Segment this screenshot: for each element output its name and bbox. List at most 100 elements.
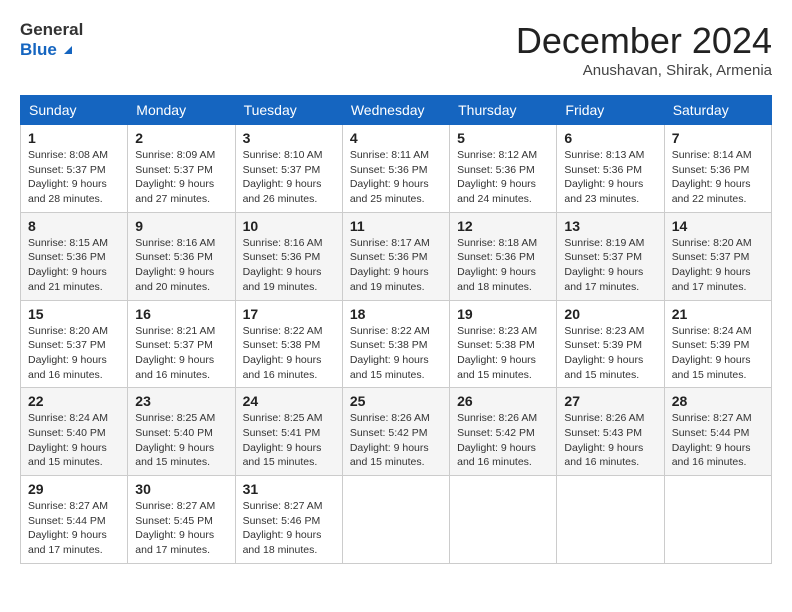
calendar-cell: 8 Sunrise: 8:15 AM Sunset: 5:36 PM Dayli…: [21, 212, 128, 300]
header-monday: Monday: [128, 96, 235, 125]
calendar-cell: [450, 476, 557, 564]
day-number: 15: [28, 306, 120, 322]
day-number: 11: [350, 218, 442, 234]
day-number: 30: [135, 481, 227, 497]
calendar-table: SundayMondayTuesdayWednesdayThursdayFrid…: [20, 95, 772, 564]
calendar-cell: [664, 476, 771, 564]
calendar-cell: 29 Sunrise: 8:27 AM Sunset: 5:44 PM Dayl…: [21, 476, 128, 564]
calendar-cell: 28 Sunrise: 8:27 AM Sunset: 5:44 PM Dayl…: [664, 388, 771, 476]
day-number: 8: [28, 218, 120, 234]
day-info: Sunrise: 8:16 AM Sunset: 5:36 PM Dayligh…: [135, 236, 227, 295]
day-number: 27: [564, 393, 656, 409]
calendar-cell: 18 Sunrise: 8:22 AM Sunset: 5:38 PM Dayl…: [342, 300, 449, 388]
day-info: Sunrise: 8:27 AM Sunset: 5:44 PM Dayligh…: [672, 411, 764, 470]
day-number: 20: [564, 306, 656, 322]
day-info: Sunrise: 8:11 AM Sunset: 5:36 PM Dayligh…: [350, 148, 442, 207]
day-info: Sunrise: 8:27 AM Sunset: 5:44 PM Dayligh…: [28, 499, 120, 558]
calendar-cell: 7 Sunrise: 8:14 AM Sunset: 5:36 PM Dayli…: [664, 125, 771, 213]
day-info: Sunrise: 8:15 AM Sunset: 5:36 PM Dayligh…: [28, 236, 120, 295]
day-info: Sunrise: 8:27 AM Sunset: 5:45 PM Dayligh…: [135, 499, 227, 558]
calendar-cell: 26 Sunrise: 8:26 AM Sunset: 5:42 PM Dayl…: [450, 388, 557, 476]
calendar-cell: 1 Sunrise: 8:08 AM Sunset: 5:37 PM Dayli…: [21, 125, 128, 213]
calendar-cell: 21 Sunrise: 8:24 AM Sunset: 5:39 PM Dayl…: [664, 300, 771, 388]
calendar-cell: 3 Sunrise: 8:10 AM Sunset: 5:37 PM Dayli…: [235, 125, 342, 213]
day-info: Sunrise: 8:23 AM Sunset: 5:39 PM Dayligh…: [564, 324, 656, 383]
day-info: Sunrise: 8:09 AM Sunset: 5:37 PM Dayligh…: [135, 148, 227, 207]
calendar-cell: 20 Sunrise: 8:23 AM Sunset: 5:39 PM Dayl…: [557, 300, 664, 388]
day-info: Sunrise: 8:27 AM Sunset: 5:46 PM Dayligh…: [243, 499, 335, 558]
day-number: 31: [243, 481, 335, 497]
day-info: Sunrise: 8:24 AM Sunset: 5:40 PM Dayligh…: [28, 411, 120, 470]
calendar-cell: 13 Sunrise: 8:19 AM Sunset: 5:37 PM Dayl…: [557, 212, 664, 300]
week-row-3: 15 Sunrise: 8:20 AM Sunset: 5:37 PM Dayl…: [21, 300, 772, 388]
calendar-cell: 31 Sunrise: 8:27 AM Sunset: 5:46 PM Dayl…: [235, 476, 342, 564]
day-info: Sunrise: 8:24 AM Sunset: 5:39 PM Dayligh…: [672, 324, 764, 383]
day-number: 25: [350, 393, 442, 409]
day-number: 13: [564, 218, 656, 234]
day-info: Sunrise: 8:21 AM Sunset: 5:37 PM Dayligh…: [135, 324, 227, 383]
calendar-cell: 16 Sunrise: 8:21 AM Sunset: 5:37 PM Dayl…: [128, 300, 235, 388]
day-number: 24: [243, 393, 335, 409]
day-number: 2: [135, 130, 227, 146]
day-info: Sunrise: 8:16 AM Sunset: 5:36 PM Dayligh…: [243, 236, 335, 295]
calendar-cell: 15 Sunrise: 8:20 AM Sunset: 5:37 PM Dayl…: [21, 300, 128, 388]
day-number: 1: [28, 130, 120, 146]
calendar-cell: 30 Sunrise: 8:27 AM Sunset: 5:45 PM Dayl…: [128, 476, 235, 564]
week-row-2: 8 Sunrise: 8:15 AM Sunset: 5:36 PM Dayli…: [21, 212, 772, 300]
day-number: 21: [672, 306, 764, 322]
day-number: 12: [457, 218, 549, 234]
calendar-cell: 24 Sunrise: 8:25 AM Sunset: 5:41 PM Dayl…: [235, 388, 342, 476]
week-row-1: 1 Sunrise: 8:08 AM Sunset: 5:37 PM Dayli…: [21, 125, 772, 213]
day-number: 26: [457, 393, 549, 409]
location: Anushavan, Shirak, Armenia: [516, 62, 772, 79]
day-info: Sunrise: 8:26 AM Sunset: 5:43 PM Dayligh…: [564, 411, 656, 470]
day-number: 10: [243, 218, 335, 234]
day-info: Sunrise: 8:18 AM Sunset: 5:36 PM Dayligh…: [457, 236, 549, 295]
day-number: 23: [135, 393, 227, 409]
day-number: 14: [672, 218, 764, 234]
calendar-cell: 9 Sunrise: 8:16 AM Sunset: 5:36 PM Dayli…: [128, 212, 235, 300]
calendar-cell: 14 Sunrise: 8:20 AM Sunset: 5:37 PM Dayl…: [664, 212, 771, 300]
calendar-cell: [342, 476, 449, 564]
calendar-cell: 2 Sunrise: 8:09 AM Sunset: 5:37 PM Dayli…: [128, 125, 235, 213]
header-tuesday: Tuesday: [235, 96, 342, 125]
header-friday: Friday: [557, 96, 664, 125]
calendar-header-row: SundayMondayTuesdayWednesdayThursdayFrid…: [21, 96, 772, 125]
day-number: 3: [243, 130, 335, 146]
header-thursday: Thursday: [450, 96, 557, 125]
day-number: 17: [243, 306, 335, 322]
calendar-cell: 25 Sunrise: 8:26 AM Sunset: 5:42 PM Dayl…: [342, 388, 449, 476]
day-number: 22: [28, 393, 120, 409]
day-info: Sunrise: 8:25 AM Sunset: 5:40 PM Dayligh…: [135, 411, 227, 470]
calendar-cell: 22 Sunrise: 8:24 AM Sunset: 5:40 PM Dayl…: [21, 388, 128, 476]
calendar-cell: [557, 476, 664, 564]
calendar-cell: 12 Sunrise: 8:18 AM Sunset: 5:36 PM Dayl…: [450, 212, 557, 300]
calendar-cell: 23 Sunrise: 8:25 AM Sunset: 5:40 PM Dayl…: [128, 388, 235, 476]
calendar-cell: 6 Sunrise: 8:13 AM Sunset: 5:36 PM Dayli…: [557, 125, 664, 213]
day-number: 4: [350, 130, 442, 146]
day-info: Sunrise: 8:08 AM Sunset: 5:37 PM Dayligh…: [28, 148, 120, 207]
calendar-cell: 17 Sunrise: 8:22 AM Sunset: 5:38 PM Dayl…: [235, 300, 342, 388]
day-number: 19: [457, 306, 549, 322]
calendar-cell: 4 Sunrise: 8:11 AM Sunset: 5:36 PM Dayli…: [342, 125, 449, 213]
day-info: Sunrise: 8:26 AM Sunset: 5:42 PM Dayligh…: [457, 411, 549, 470]
title-area: December 2024 Anushavan, Shirak, Armenia: [516, 20, 772, 79]
calendar-cell: 27 Sunrise: 8:26 AM Sunset: 5:43 PM Dayl…: [557, 388, 664, 476]
header-saturday: Saturday: [664, 96, 771, 125]
day-info: Sunrise: 8:17 AM Sunset: 5:36 PM Dayligh…: [350, 236, 442, 295]
day-info: Sunrise: 8:14 AM Sunset: 5:36 PM Dayligh…: [672, 148, 764, 207]
day-info: Sunrise: 8:20 AM Sunset: 5:37 PM Dayligh…: [672, 236, 764, 295]
day-number: 16: [135, 306, 227, 322]
day-number: 6: [564, 130, 656, 146]
day-number: 7: [672, 130, 764, 146]
day-info: Sunrise: 8:26 AM Sunset: 5:42 PM Dayligh…: [350, 411, 442, 470]
day-info: Sunrise: 8:12 AM Sunset: 5:36 PM Dayligh…: [457, 148, 549, 207]
calendar-cell: 11 Sunrise: 8:17 AM Sunset: 5:36 PM Dayl…: [342, 212, 449, 300]
day-info: Sunrise: 8:23 AM Sunset: 5:38 PM Dayligh…: [457, 324, 549, 383]
week-row-5: 29 Sunrise: 8:27 AM Sunset: 5:44 PM Dayl…: [21, 476, 772, 564]
page-header: General Blue December 2024 Anushavan, Sh…: [20, 20, 772, 79]
day-info: Sunrise: 8:13 AM Sunset: 5:36 PM Dayligh…: [564, 148, 656, 207]
month-title: December 2024: [516, 20, 772, 62]
calendar-cell: 19 Sunrise: 8:23 AM Sunset: 5:38 PM Dayl…: [450, 300, 557, 388]
header-sunday: Sunday: [21, 96, 128, 125]
